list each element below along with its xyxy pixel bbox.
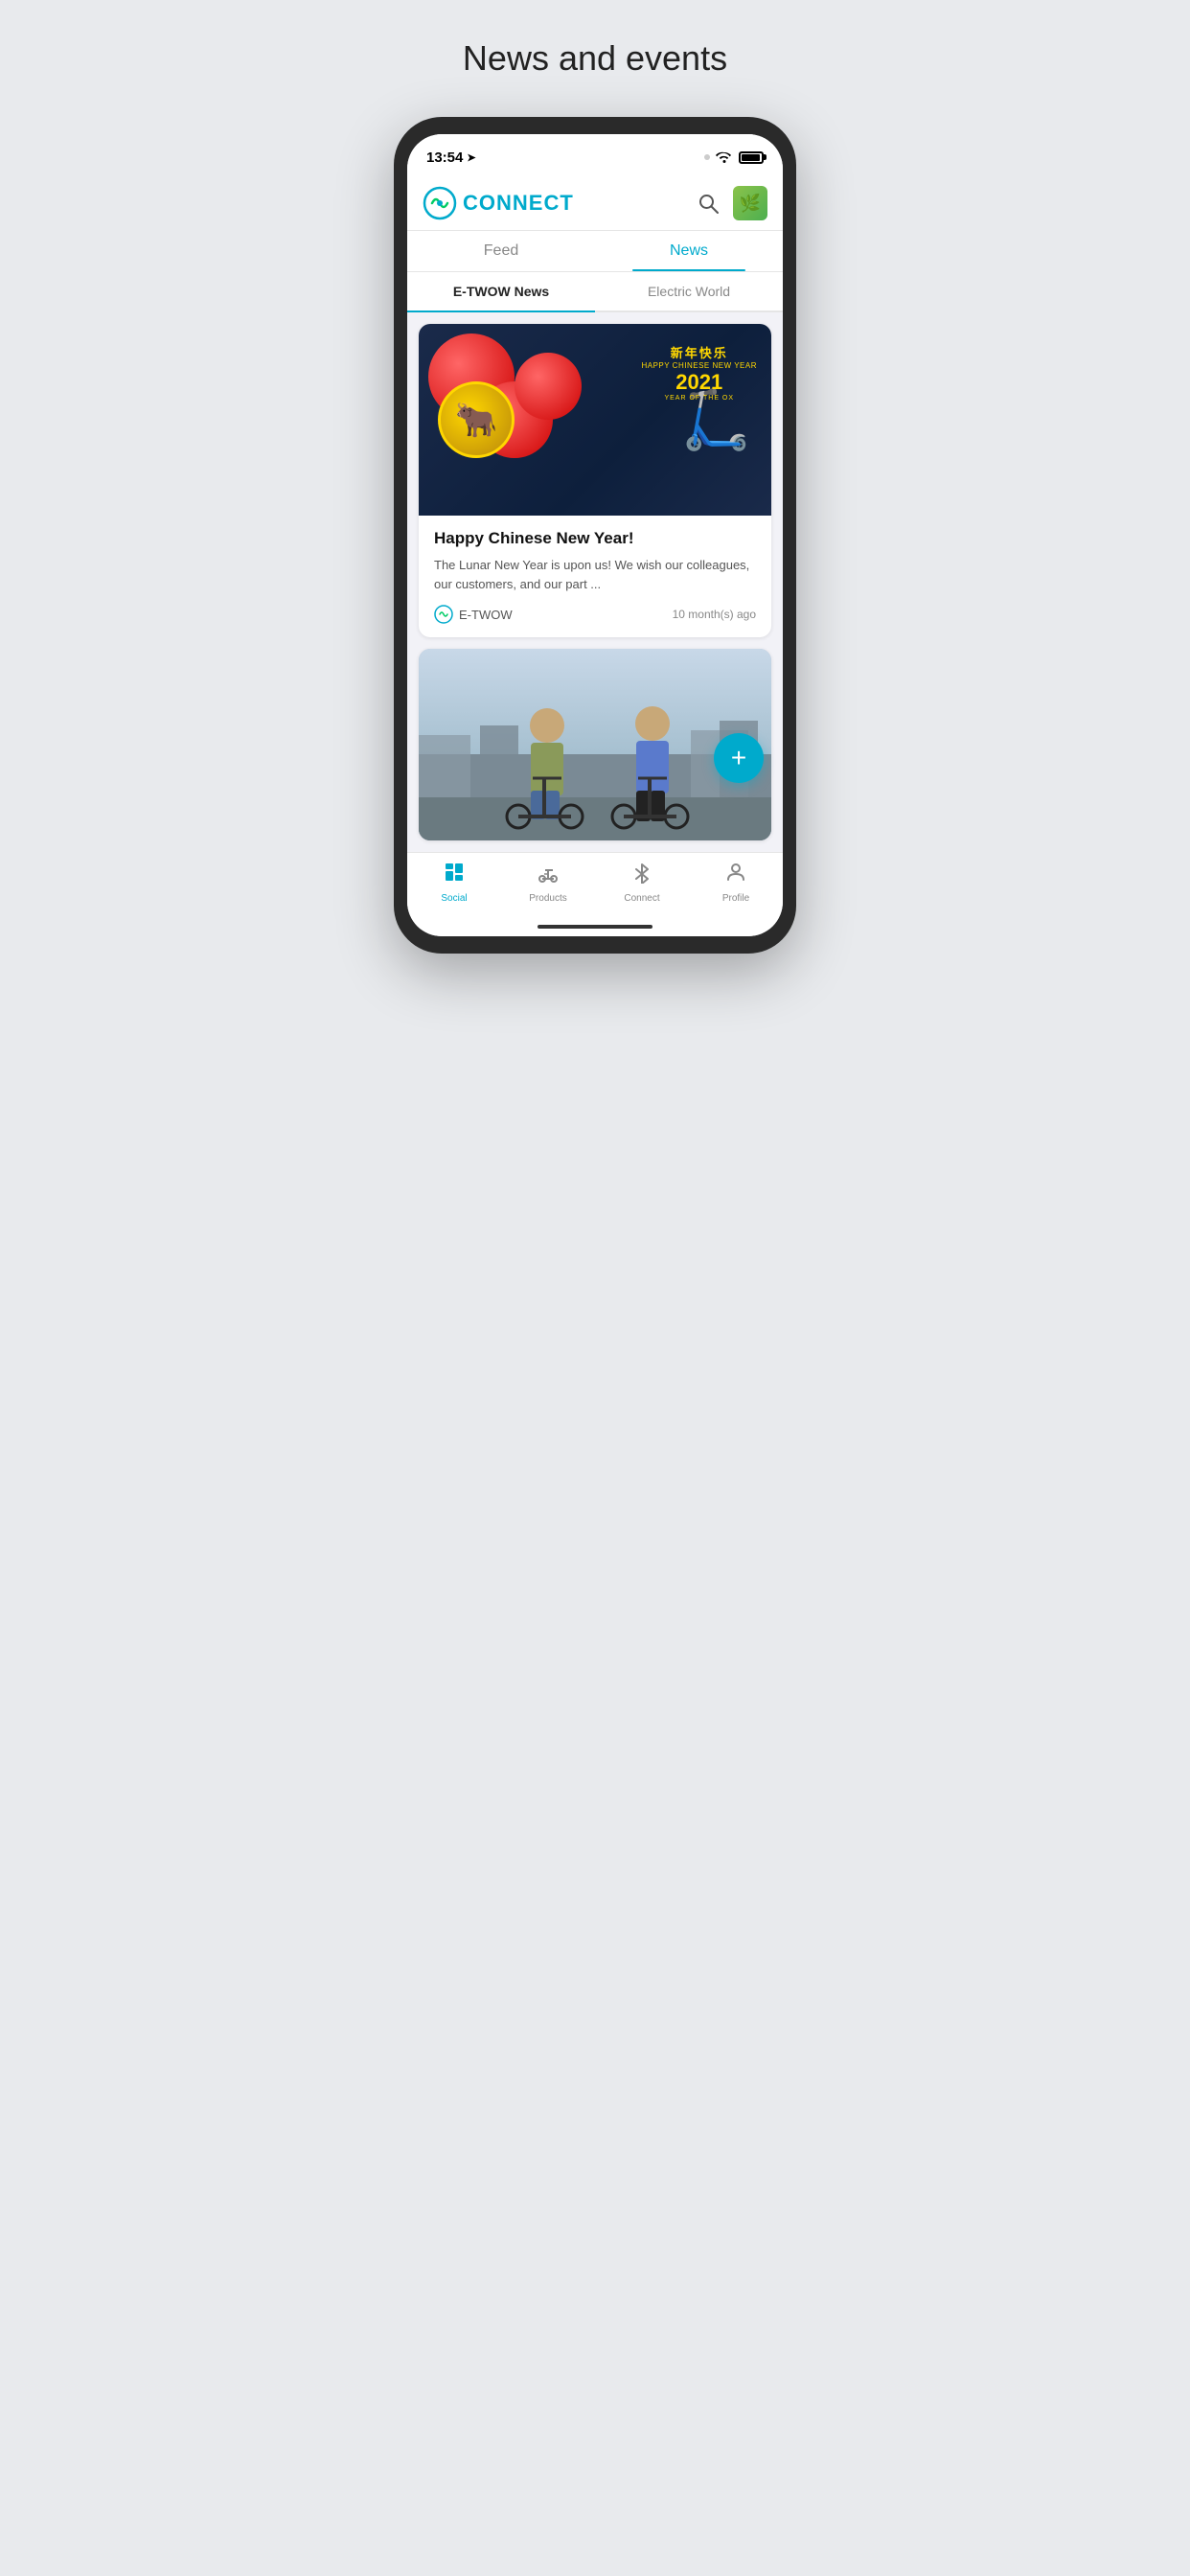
social-label: Social: [441, 893, 467, 904]
location-icon: ➤: [467, 151, 475, 164]
tab-feed[interactable]: Feed: [407, 231, 595, 271]
news-card-1-title: Happy Chinese New Year!: [434, 529, 756, 548]
bottom-nav: Social Products: [407, 852, 783, 917]
status-bar: 13:54 ➤: [407, 134, 783, 176]
sub-tabs: E-TWOW News Electric World: [407, 272, 783, 312]
home-bar: [538, 925, 652, 929]
main-tabs: Feed News: [407, 231, 783, 272]
gold-ox-icon: 🐂: [438, 381, 515, 458]
person-icon: [724, 861, 747, 889]
news-card-1-image: 🐂 🛴 新年快乐 HAPPY CHINESE NEW YEAR 2021 YEA…: [419, 324, 771, 516]
search-button[interactable]: [693, 188, 723, 218]
sub-tab-electric-world[interactable]: Electric World: [595, 272, 783, 310]
cny-banner: 🐂 🛴 新年快乐 HAPPY CHINESE NEW YEAR 2021 YEA…: [419, 324, 771, 516]
nav-item-products[interactable]: Products: [501, 861, 595, 904]
home-indicator: [407, 917, 783, 936]
logo-container: CONNECT: [423, 186, 574, 220]
news-card-1-excerpt: The Lunar New Year is upon us! We wish o…: [434, 556, 756, 593]
battery-icon: [739, 151, 764, 164]
search-icon: [697, 192, 720, 215]
news-card-1-body: Happy Chinese New Year! The Lunar New Ye…: [419, 516, 771, 637]
user-avatar[interactable]: 🌿: [733, 186, 767, 220]
scooter-icon-nav: [537, 861, 560, 889]
signal-dot: [704, 154, 710, 160]
connect-label: Connect: [624, 893, 659, 904]
phone-screen: 13:54 ➤: [407, 134, 783, 936]
cny-text-block: 新年快乐 HAPPY CHINESE NEW YEAR 2021 YEAR OF…: [641, 343, 757, 402]
tab-news[interactable]: News: [595, 231, 783, 271]
nav-item-connect[interactable]: Connect: [595, 861, 689, 904]
sub-tab-etwow-news[interactable]: E-TWOW News: [407, 272, 595, 310]
products-label: Products: [529, 893, 566, 904]
news-time-1: 10 month(s) ago: [673, 608, 756, 621]
nav-item-profile[interactable]: Profile: [689, 861, 783, 904]
source-name-1: E-TWOW: [459, 608, 513, 622]
fab-add-button[interactable]: +: [714, 733, 764, 783]
status-time: 13:54 ➤: [426, 150, 476, 166]
bluetooth-icon: [630, 861, 653, 889]
social-icon: [443, 861, 466, 889]
red-decoration-3: [515, 353, 582, 420]
wifi-icon: [716, 150, 733, 166]
news-card-1-meta: E-TWOW 10 month(s) ago: [434, 605, 756, 624]
phone-device: 13:54 ➤: [394, 117, 796, 954]
news-source-1: E-TWOW: [434, 605, 513, 624]
nav-item-social[interactable]: Social: [407, 861, 501, 904]
logo-text: CONNECT: [463, 191, 574, 216]
news-card-1: 🐂 🛴 新年快乐 HAPPY CHINESE NEW YEAR 2021 YEA…: [419, 324, 771, 637]
logo-icon: [423, 186, 457, 220]
page-title: News and events: [463, 38, 727, 79]
app-header: CONNECT 🌿: [407, 176, 783, 231]
status-icons: [704, 150, 764, 166]
header-actions: 🌿: [693, 186, 767, 220]
page-wrapper: News and events 13:54 ➤: [365, 38, 825, 954]
profile-label: Profile: [722, 893, 749, 904]
screen-content: 🐂 🛴 新年快乐 HAPPY CHINESE NEW YEAR 2021 YEA…: [407, 312, 783, 852]
source-logo-1: [434, 605, 453, 624]
